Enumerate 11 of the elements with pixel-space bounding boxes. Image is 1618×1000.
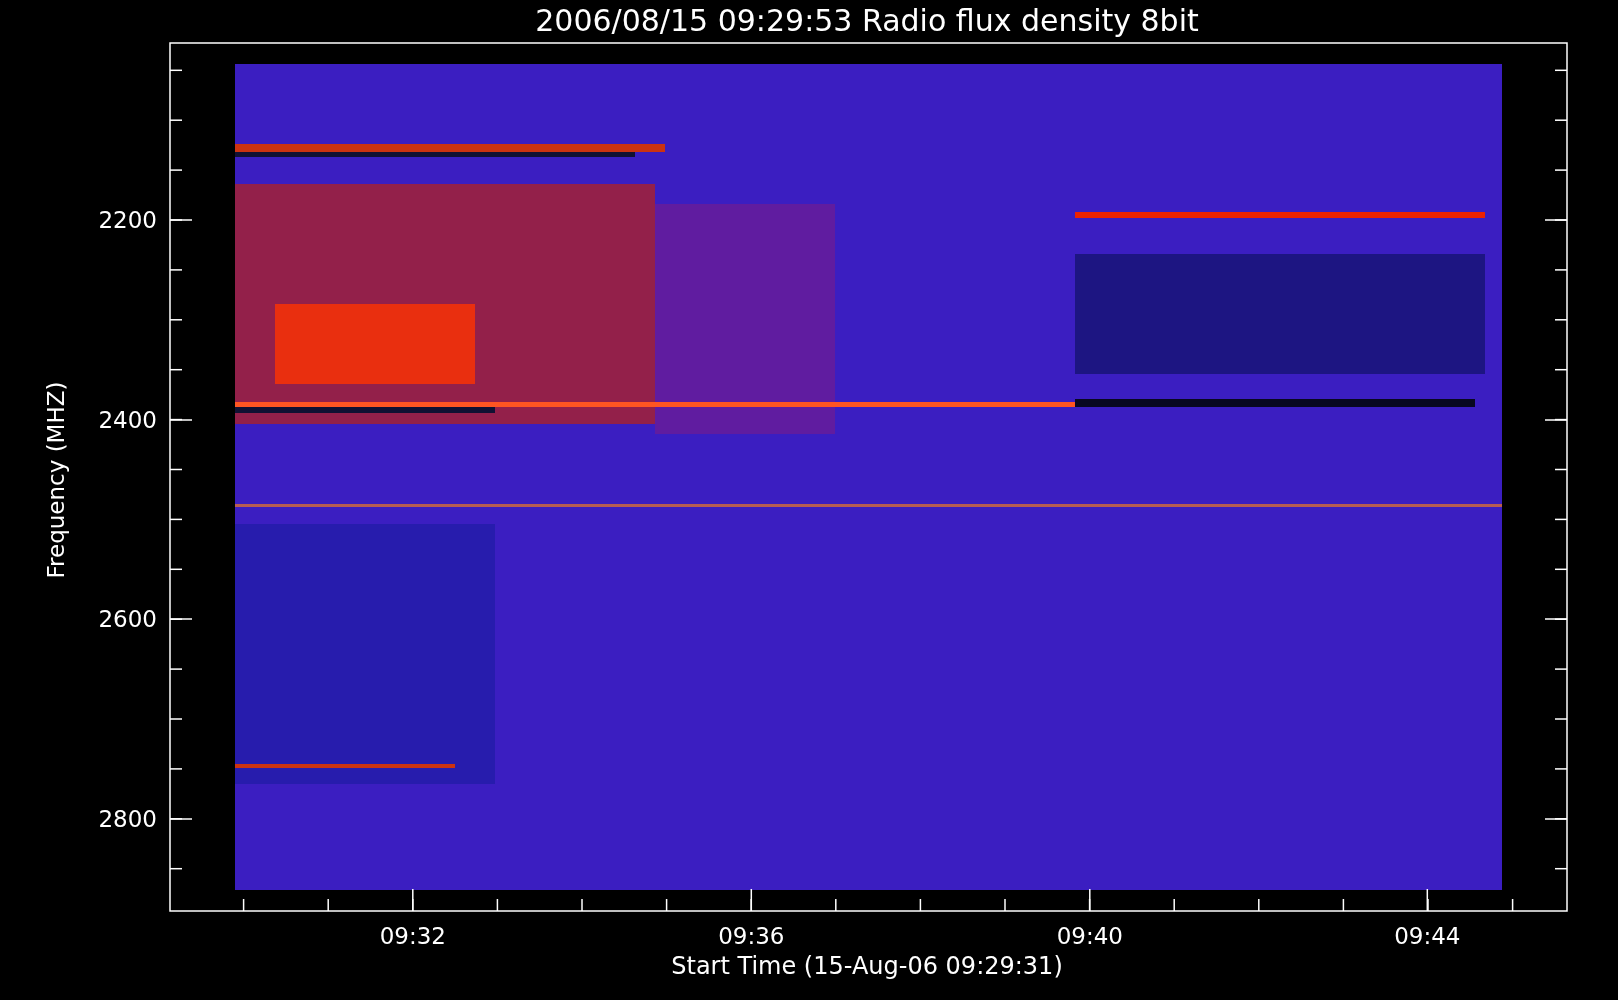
tick-label: 2600: [98, 606, 157, 632]
axis-label: Frequency (MHZ): [43, 381, 69, 579]
chart-title: 2006/08/15 09:29:53 Radio flux density 8bit: [535, 3, 1199, 38]
tick-label: 09:40: [1056, 923, 1123, 949]
tick-label: 2200: [98, 207, 157, 233]
tick-label: 2400: [98, 407, 157, 433]
tick-label: 09:44: [1394, 923, 1461, 949]
tick-label: 09:32: [379, 923, 446, 949]
tick-label: 09:36: [718, 923, 785, 949]
tick-label: 2800: [98, 806, 157, 832]
axis-label: Start Time (15-Aug-06 09:29:31): [671, 952, 1063, 980]
